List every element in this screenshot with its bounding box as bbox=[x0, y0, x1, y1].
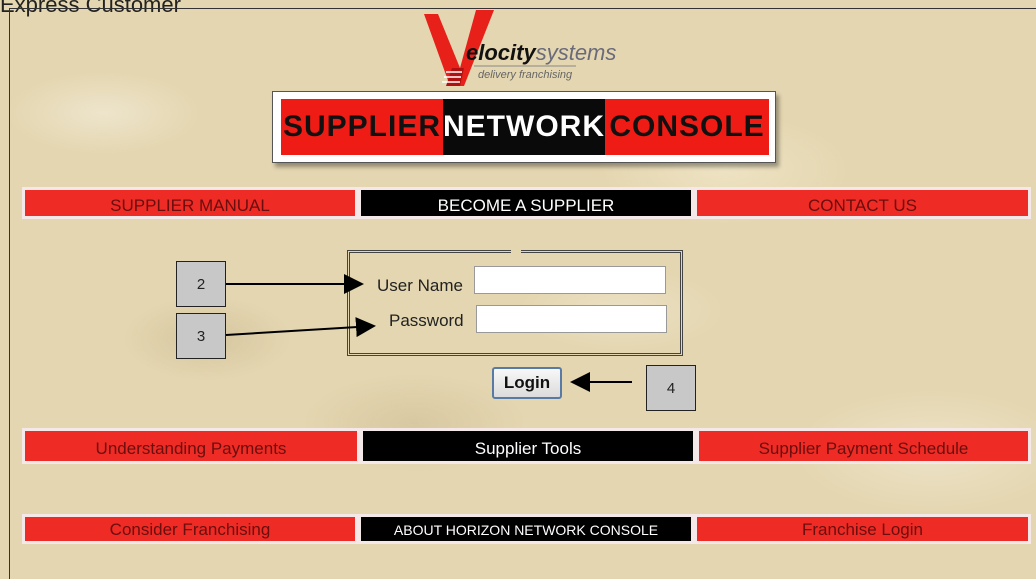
supplier-network-console-banner: SUPPLIER NETWORK CONSOLE bbox=[272, 91, 776, 163]
logo-wordmark: elocitysystems bbox=[466, 40, 617, 65]
fieldset-legend-gap bbox=[511, 248, 521, 254]
callout-3: 3 bbox=[176, 313, 226, 359]
username-label: User Name bbox=[377, 276, 463, 295]
password-input[interactable] bbox=[476, 305, 667, 333]
banner-part-console: CONSOLE bbox=[605, 99, 769, 155]
nav-consider-franchising[interactable]: Consider Franchising bbox=[22, 514, 358, 544]
logo-tagline: delivery franchising bbox=[478, 69, 573, 81]
password-label: Password bbox=[389, 311, 464, 330]
nav-about-horizon-network-console[interactable]: ABOUT HORIZON NETWORK CONSOLE bbox=[358, 514, 694, 544]
nav-understanding-payments[interactable]: Understanding Payments bbox=[22, 428, 360, 464]
nav-supplier-tools[interactable]: Supplier Tools bbox=[360, 428, 696, 464]
nav-contact-us[interactable]: CONTACT US bbox=[694, 187, 1031, 219]
callout-2: 2 bbox=[176, 261, 226, 307]
nav-become-a-supplier[interactable]: BECOME A SUPPLIER bbox=[358, 187, 694, 219]
login-button[interactable]: Login bbox=[492, 367, 562, 399]
nav-supplier-payment-schedule[interactable]: Supplier Payment Schedule bbox=[696, 428, 1031, 464]
nav-franchise-login[interactable]: Franchise Login bbox=[694, 514, 1031, 544]
callout-4: 4 bbox=[646, 365, 696, 411]
banner-part-supplier: SUPPLIER bbox=[281, 99, 443, 155]
banner-part-network: NETWORK bbox=[443, 99, 605, 155]
nav-supplier-manual[interactable]: SUPPLIER MANUAL bbox=[22, 187, 358, 219]
username-input[interactable] bbox=[474, 266, 666, 294]
